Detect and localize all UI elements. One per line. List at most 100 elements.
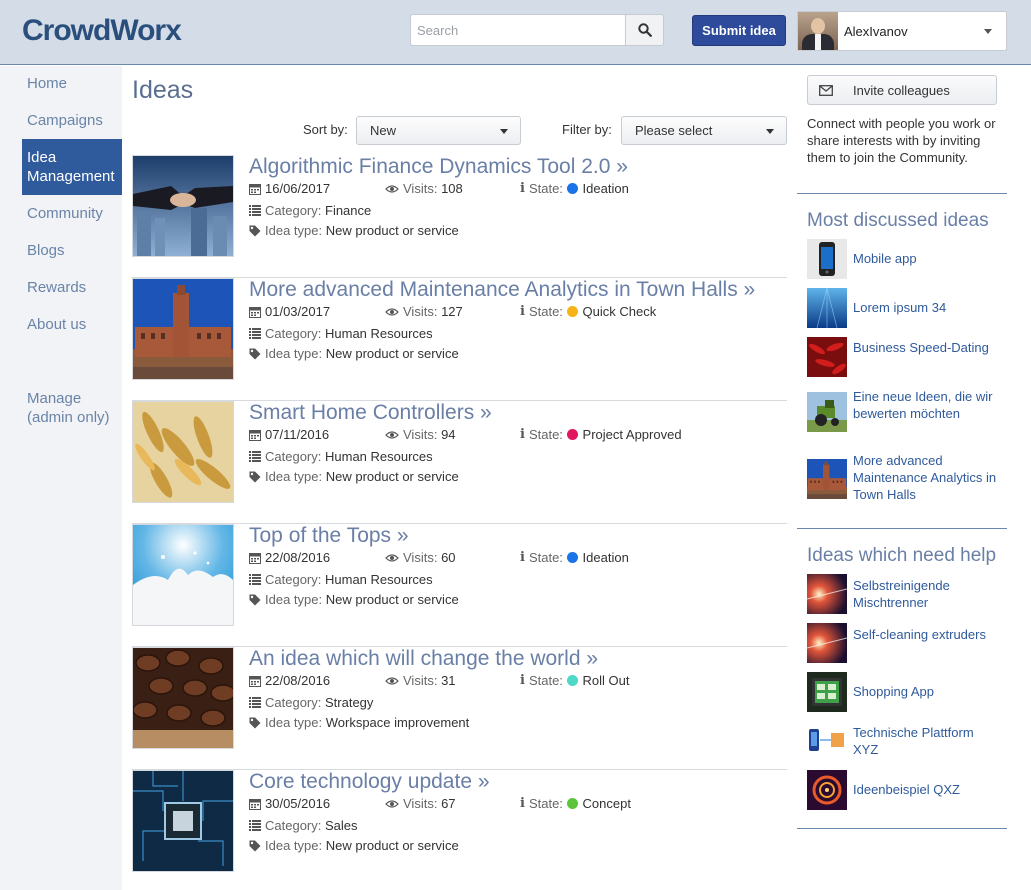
side-idea-thumbnail[interactable]: [807, 459, 847, 499]
visits-label: Visits:: [403, 673, 438, 688]
nav-item-blogs[interactable]: Blogs: [22, 241, 122, 260]
type-value: New product or service: [325, 223, 459, 238]
tag-icon: [249, 225, 261, 236]
side-idea-item[interactable]: Business Speed-Dating: [807, 337, 1002, 377]
state-dot: [566, 429, 578, 440]
side-idea-item[interactable]: More advanced Maintenance Analytics in T…: [807, 453, 1002, 502]
category-value: Finance: [325, 203, 372, 218]
idea-type: Idea type: New product or service: [249, 838, 459, 853]
need-help-heading: Ideas which need help: [807, 545, 997, 566]
idea-state: i State: Ideation: [520, 550, 629, 565]
idea-date-value: 22/08/2016: [265, 673, 331, 688]
nav-item-campaigns[interactable]: Campaigns: [22, 111, 122, 130]
side-idea-link[interactable]: Lorem ipsum 34: [853, 299, 998, 316]
state-dot: [566, 552, 578, 563]
side-idea-link[interactable]: More advanced Maintenance Analytics in T…: [853, 452, 998, 503]
side-idea-thumbnail[interactable]: [807, 770, 847, 810]
list-icon: [249, 574, 261, 585]
side-idea-item[interactable]: Mobile app: [807, 239, 1002, 279]
category-label: Category:: [265, 818, 322, 833]
side-idea-thumbnail[interactable]: [807, 288, 847, 328]
side-idea-link[interactable]: Technische Plattform XYZ: [853, 724, 998, 758]
invite-colleagues-button[interactable]: Invite colleagues: [807, 75, 997, 105]
filter-label: Filter by:: [562, 122, 612, 137]
info-icon: i: [520, 673, 525, 688]
side-idea-item[interactable]: Eine neue Ideen, die wir bewerten möchte…: [807, 388, 1002, 432]
divider: [797, 828, 1007, 829]
side-idea-link[interactable]: Shopping App: [853, 683, 998, 700]
side-idea-link[interactable]: Business Speed-Dating: [853, 339, 998, 356]
idea-thumbnail[interactable]: [132, 770, 234, 872]
side-idea-thumbnail[interactable]: [807, 574, 847, 614]
side-idea-link[interactable]: Self-cleaning extruders: [853, 626, 998, 643]
side-idea-thumbnail[interactable]: [807, 623, 847, 663]
chevron-down-icon: [766, 129, 774, 134]
state-value: Ideation: [582, 550, 629, 565]
idea-type: Idea type: Workspace improvement: [249, 715, 469, 730]
idea-title-link[interactable]: Core technology update »: [249, 770, 490, 794]
side-idea-thumbnail[interactable]: [807, 672, 847, 712]
avatar: [798, 12, 838, 50]
idea-title-link[interactable]: Smart Home Controllers »: [249, 401, 492, 425]
submit-idea-button[interactable]: Submit idea: [692, 15, 786, 46]
idea-title-link[interactable]: Top of the Tops »: [249, 524, 409, 548]
type-value: Workspace improvement: [325, 715, 470, 730]
side-idea-item[interactable]: Selbstreinigende Mischtrenner: [807, 574, 1002, 614]
idea-title-link[interactable]: More advanced Maintenance Analytics in T…: [249, 278, 755, 302]
idea-title-link[interactable]: An idea which will change the world »: [249, 647, 598, 671]
sort-select[interactable]: New: [356, 116, 521, 145]
idea-category: Category: Human Resources: [249, 449, 433, 464]
side-idea-thumbnail[interactable]: [807, 721, 847, 761]
user-menu[interactable]: AlexIvanov: [797, 11, 1007, 51]
side-idea-link[interactable]: Selbstreinigende Mischtrenner: [853, 577, 998, 611]
search-button[interactable]: [625, 14, 664, 46]
divider: [797, 193, 1007, 194]
sort-value: New: [370, 123, 397, 138]
idea-thumbnail[interactable]: [132, 155, 234, 257]
side-idea-link[interactable]: Mobile app: [853, 250, 998, 267]
idea-thumbnail[interactable]: [132, 401, 234, 503]
side-idea-item[interactable]: Self-cleaning extruders: [807, 623, 1002, 663]
search-input[interactable]: [410, 14, 625, 46]
category-value: Human Resources: [325, 449, 433, 464]
idea-visits: Visits: 67: [385, 796, 456, 811]
type-label: Idea type:: [265, 592, 323, 607]
envelope-icon: [819, 84, 833, 96]
side-idea-item[interactable]: Lorem ipsum 34: [807, 288, 1002, 328]
side-idea-link[interactable]: Ideenbeispiel QXZ: [853, 781, 998, 798]
side-idea-item[interactable]: Technische Plattform XYZ: [807, 721, 1002, 761]
idea-date-value: 01/03/2017: [265, 304, 331, 319]
state-label: State:: [528, 673, 563, 688]
side-idea-thumbnail[interactable]: [807, 337, 847, 377]
idea-thumbnail[interactable]: [132, 647, 234, 749]
nav-item-home[interactable]: Home: [22, 74, 122, 93]
crowdworx-logo[interactable]: CrowdWorx: [22, 14, 182, 48]
type-label: Idea type:: [265, 469, 323, 484]
idea-state: i State: Roll Out: [520, 673, 630, 688]
category-label: Category:: [265, 572, 322, 587]
tag-icon: [249, 348, 261, 359]
eye-icon: [385, 184, 399, 193]
state-value: Quick Check: [582, 304, 657, 319]
nav-item-idea-management[interactable]: Idea Management: [22, 139, 122, 195]
eye-icon: [385, 676, 399, 685]
category-value: Strategy: [325, 695, 374, 710]
filter-select[interactable]: Please select: [621, 116, 787, 145]
nav-item-rewards[interactable]: Rewards: [22, 278, 122, 297]
idea-title-link[interactable]: Algorithmic Finance Dynamics Tool 2.0 »: [249, 155, 628, 179]
side-idea-item[interactable]: Shopping App: [807, 672, 1002, 712]
nav-item-community[interactable]: Community: [22, 204, 122, 223]
side-idea-thumbnail[interactable]: [807, 239, 847, 279]
side-idea-link[interactable]: Eine neue Ideen, die wir bewerten möchte…: [853, 388, 998, 422]
eye-icon: [385, 799, 399, 808]
side-idea-thumbnail[interactable]: [807, 392, 847, 432]
idea-thumbnail[interactable]: [132, 524, 234, 626]
nav-item-manage[interactable]: Manage (admin only): [22, 389, 122, 427]
visits-label: Visits:: [403, 550, 438, 565]
idea-visits: Visits: 60: [385, 550, 456, 565]
nav-item-about-us[interactable]: About us: [22, 315, 122, 334]
list-icon: [249, 451, 261, 462]
side-idea-item[interactable]: Ideenbeispiel QXZ: [807, 770, 1002, 810]
idea-thumbnail[interactable]: [132, 278, 234, 380]
user-name: AlexIvanov: [844, 23, 908, 39]
